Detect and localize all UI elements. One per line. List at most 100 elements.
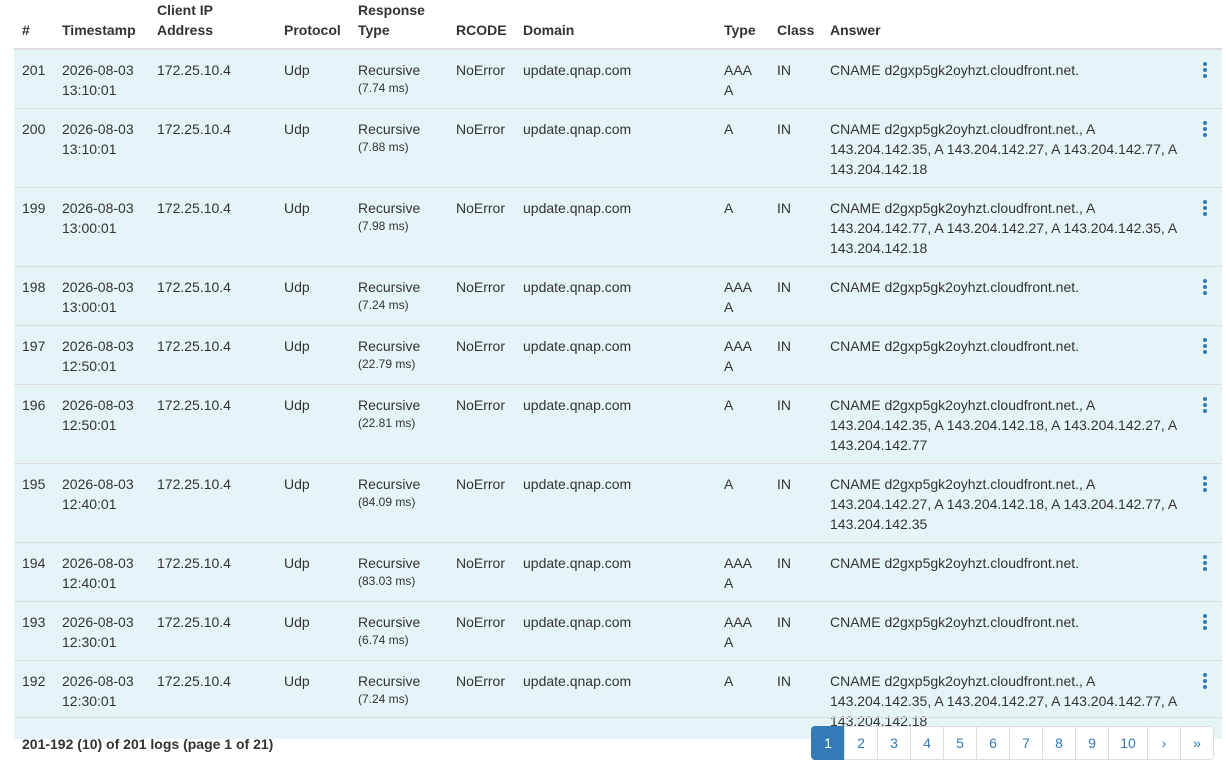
- cell-num: 193: [14, 601, 54, 661]
- page-link-10[interactable]: 10: [1108, 726, 1148, 760]
- cell-rcode: NoError: [448, 325, 515, 385]
- cell-response-type: Recursive (22.81 ms): [350, 384, 448, 464]
- page-link-4[interactable]: 4: [910, 726, 944, 760]
- cell-rcode: NoError: [448, 542, 515, 602]
- dns-logs-table: # Timestamp Client IP Address Protocol Re…: [14, 0, 1222, 739]
- page-link-1[interactable]: 1: [811, 726, 845, 760]
- cell-class: IN: [769, 601, 822, 661]
- cell-num: 194: [14, 542, 54, 602]
- cell-timestamp: 2026-08-03 12:40:01: [54, 463, 149, 543]
- table-row: 194 2026-08-03 12:40:01 172.25.10.4 Udp Recur…: [14, 542, 1222, 602]
- col-header-class[interactable]: Class: [769, 0, 822, 50]
- page-link-7[interactable]: 7: [1009, 726, 1043, 760]
- cell-num: 195: [14, 463, 54, 543]
- col-header-num[interactable]: #: [14, 0, 54, 50]
- page-link-9[interactable]: 9: [1075, 726, 1109, 760]
- response-type: Recursive: [358, 476, 421, 492]
- cell-answer: CNAME d2gxp5gk2oyhzt.cloudfront.net.: [822, 325, 1192, 385]
- cell-protocol: Udp: [276, 463, 350, 543]
- cell-class: IN: [769, 384, 822, 464]
- cell-type: A: [716, 187, 769, 267]
- timestamp-date: 2026-08-03: [62, 62, 134, 78]
- timestamp-time: 12:40:01: [62, 575, 117, 591]
- header-row: # Timestamp Client IP Address Protocol Re…: [14, 0, 1222, 50]
- col-header-actions: [1192, 0, 1222, 50]
- cell-type: AAAA: [716, 48, 769, 109]
- vertical-ellipsis-icon[interactable]: [1200, 121, 1210, 137]
- vertical-ellipsis-icon[interactable]: [1200, 279, 1210, 295]
- col-header-answer[interactable]: Answer: [822, 0, 1192, 50]
- page-link-8[interactable]: 8: [1042, 726, 1076, 760]
- vertical-ellipsis-icon[interactable]: [1200, 62, 1210, 78]
- cell-client-ip: 172.25.10.4: [149, 463, 276, 543]
- col-header-client-ip[interactable]: Client IP Address: [149, 0, 276, 50]
- page-link-5[interactable]: 5: [943, 726, 977, 760]
- response-time: (83.03 ms): [358, 574, 416, 588]
- timestamp-date: 2026-08-03: [62, 121, 134, 137]
- vertical-ellipsis-icon[interactable]: [1200, 673, 1210, 689]
- cell-actions: [1192, 384, 1222, 464]
- col-header-timestamp[interactable]: Timestamp: [54, 0, 149, 50]
- cell-client-ip: 172.25.10.4: [149, 601, 276, 661]
- response-time: (22.81 ms): [358, 416, 416, 430]
- cell-protocol: Udp: [276, 542, 350, 602]
- cell-protocol: Udp: [276, 108, 350, 188]
- timestamp-time: 13:10:01: [62, 82, 117, 98]
- cell-class: IN: [769, 463, 822, 543]
- next-page-link[interactable]: ›: [1147, 726, 1181, 760]
- col-header-protocol[interactable]: Protocol: [276, 0, 350, 50]
- cell-domain: update.qnap.com: [515, 325, 716, 385]
- response-type: Recursive: [358, 62, 421, 78]
- cell-domain: update.qnap.com: [515, 601, 716, 661]
- page-link-2[interactable]: 2: [844, 726, 878, 760]
- vertical-ellipsis-icon[interactable]: [1200, 338, 1210, 354]
- table-row: 196 2026-08-03 12:50:01 172.25.10.4 Udp Recur…: [14, 384, 1222, 464]
- cell-timestamp: 2026-08-03 13:10:01: [54, 48, 149, 109]
- cell-response-type: Recursive (22.79 ms): [350, 325, 448, 385]
- response-time: (7.88 ms): [358, 140, 409, 154]
- col-header-type[interactable]: Type: [716, 0, 769, 50]
- col-header-response-type[interactable]: Response Type: [350, 0, 448, 50]
- response-type: Recursive: [358, 555, 421, 571]
- cell-response-type: Recursive (7.98 ms): [350, 187, 448, 267]
- page-link-6[interactable]: 6: [976, 726, 1010, 760]
- cell-class: IN: [769, 187, 822, 267]
- cell-protocol: Udp: [276, 48, 350, 109]
- cell-type: AAAA: [716, 601, 769, 661]
- cell-protocol: Udp: [276, 187, 350, 267]
- logs-table-container: # Timestamp Client IP Address Protocol Re…: [14, 0, 1222, 739]
- cell-num: 198: [14, 266, 54, 326]
- vertical-ellipsis-icon[interactable]: [1200, 476, 1210, 492]
- cell-protocol: Udp: [276, 384, 350, 464]
- page-link-3[interactable]: 3: [877, 726, 911, 760]
- col-header-domain[interactable]: Domain: [515, 0, 716, 50]
- cell-rcode: NoError: [448, 266, 515, 326]
- vertical-ellipsis-icon[interactable]: [1200, 397, 1210, 413]
- table-row: 200 2026-08-03 13:10:01 172.25.10.4 Udp Recur…: [14, 108, 1222, 188]
- cell-actions: [1192, 542, 1222, 602]
- cell-answer: CNAME d2gxp5gk2oyhzt.cloudfront.net., A …: [822, 384, 1192, 464]
- cell-class: IN: [769, 325, 822, 385]
- cell-domain: update.qnap.com: [515, 384, 716, 464]
- vertical-ellipsis-icon[interactable]: [1200, 555, 1210, 571]
- pagination: 1 2 3 4 5 6 7 8 9 10 ›»: [811, 726, 1214, 760]
- cell-type: A: [716, 463, 769, 543]
- last-page-link[interactable]: »: [1180, 726, 1214, 760]
- col-header-rcode[interactable]: RCODE: [448, 0, 515, 50]
- timestamp-date: 2026-08-03: [62, 673, 134, 689]
- vertical-ellipsis-icon[interactable]: [1200, 200, 1210, 216]
- cell-domain: update.qnap.com: [515, 48, 716, 109]
- response-time: (6.74 ms): [358, 633, 409, 647]
- timestamp-time: 12:50:01: [62, 358, 117, 374]
- cell-answer: CNAME d2gxp5gk2oyhzt.cloudfront.net.: [822, 542, 1192, 602]
- cell-actions: [1192, 108, 1222, 188]
- table-body: 201 2026-08-03 13:10:01 172.25.10.4 Udp Recur…: [14, 48, 1222, 739]
- cell-type: AAAA: [716, 325, 769, 385]
- response-time: (7.24 ms): [358, 298, 409, 312]
- cell-answer: CNAME d2gxp5gk2oyhzt.cloudfront.net.: [822, 266, 1192, 326]
- cell-domain: update.qnap.com: [515, 108, 716, 188]
- cell-actions: [1192, 187, 1222, 267]
- table-header: # Timestamp Client IP Address Protocol Re…: [14, 0, 1222, 50]
- timestamp-date: 2026-08-03: [62, 338, 134, 354]
- vertical-ellipsis-icon[interactable]: [1200, 614, 1210, 630]
